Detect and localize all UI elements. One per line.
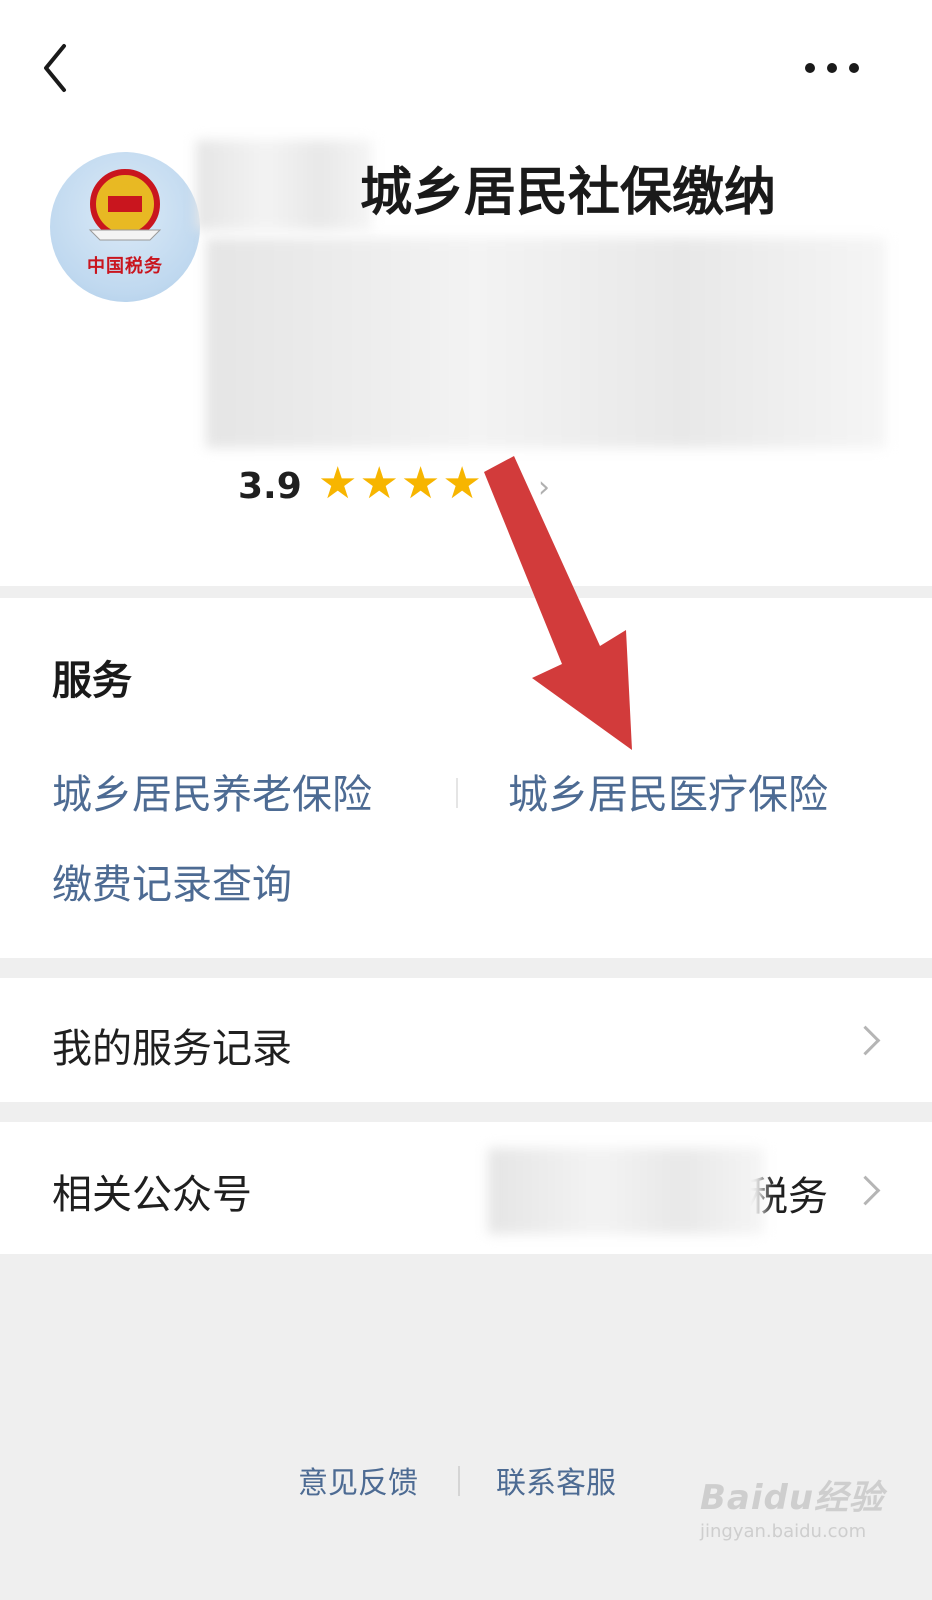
chevron-right-icon[interactable]: › [538,470,550,505]
feedback-link[interactable]: 意见反馈 [298,1458,418,1502]
more-dots-icon [805,63,859,73]
row-label: 我的服务记录 [52,1026,292,1072]
logo-text: 中国税务 [87,256,163,277]
back-button[interactable] [36,38,76,98]
watermark-sub: jingyan.baidu.com [700,1521,867,1542]
divider [458,1466,460,1496]
watermark: Baidu经验 jingyan.baidu.com [700,1470,884,1542]
service-link-payment-records[interactable]: 缴费记录查询 [52,852,292,910]
chevron-right-icon [850,1025,881,1056]
redacted-title [196,140,372,230]
more-button[interactable] [800,50,864,86]
chevron-left-icon [44,44,66,92]
account-title: 城乡居民社保缴纳 [360,163,777,223]
divider [456,778,458,808]
related-accounts-row[interactable]: 相关公众号 税务 [0,1122,932,1254]
rating-stars[interactable]: ★★★★ [318,458,484,509]
rating-score: 3.9 [238,466,302,507]
national-emblem-icon [88,169,162,241]
redacted-account-name [488,1148,764,1234]
account-avatar: 中国税务 [50,152,200,302]
watermark-main: Baidu经验 [700,1478,885,1518]
redacted-description [206,238,886,448]
customer-service-link[interactable]: 联系客服 [496,1458,616,1502]
service-link-medical[interactable]: 城乡居民医疗保险 [508,762,828,820]
chevron-right-icon [850,1175,881,1206]
my-service-records-row[interactable]: 我的服务记录 [0,978,932,1102]
service-link-pension[interactable]: 城乡居民养老保险 [52,762,372,820]
services-title: 服务 [52,658,132,704]
row-label: 相关公众号 [52,1172,252,1218]
